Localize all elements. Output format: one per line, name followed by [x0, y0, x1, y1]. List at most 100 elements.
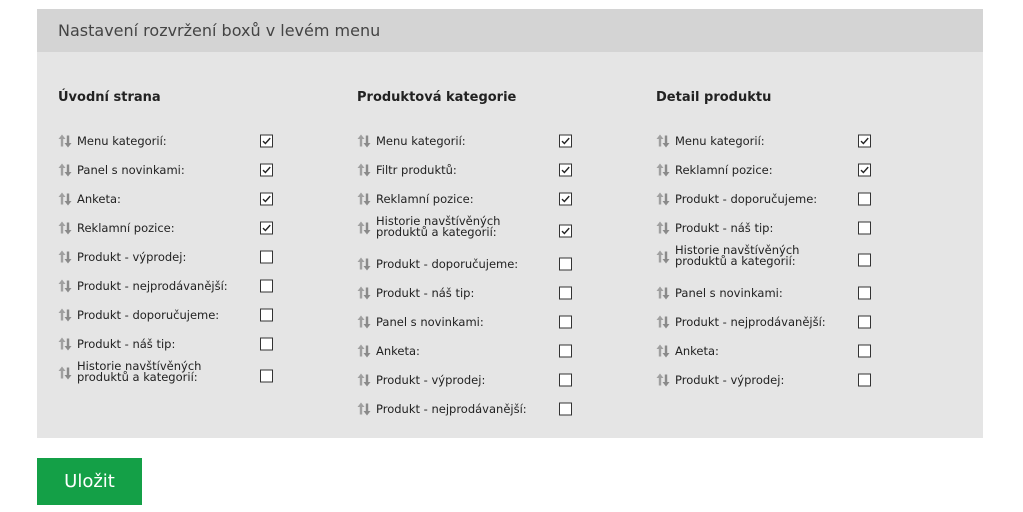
row-label: Anketa:: [77, 191, 121, 206]
drag-handle-icon[interactable]: [58, 162, 72, 177]
row-label: Produkt - náš tip:: [376, 285, 475, 300]
visibility-checkbox[interactable]: [260, 369, 273, 383]
column-title: Detail produktu: [656, 90, 772, 105]
visibility-checkbox[interactable]: [858, 192, 871, 205]
drag-handle-icon[interactable]: [357, 401, 371, 416]
sortable-row[interactable]: Anketa:: [656, 336, 896, 365]
visibility-checkbox[interactable]: [260, 337, 273, 350]
sortable-row[interactable]: Historie navštívěných produktů a kategor…: [357, 213, 597, 249]
sortable-row[interactable]: Produkt - náš tip:: [357, 278, 597, 307]
drag-handle-icon[interactable]: [58, 133, 72, 148]
sortable-row[interactable]: Produkt - výprodej:: [58, 242, 298, 271]
panel-title: Nastavení rozvržení boxů v levém menu: [58, 21, 381, 40]
row-label: Anketa:: [376, 343, 420, 358]
drag-handle-icon[interactable]: [656, 314, 670, 329]
drag-handle-icon[interactable]: [357, 372, 371, 387]
drag-handle-icon[interactable]: [656, 191, 670, 206]
drag-handle-icon[interactable]: [656, 372, 670, 387]
sortable-row[interactable]: Menu kategorií:: [656, 126, 896, 155]
drag-handle-icon[interactable]: [357, 314, 371, 329]
drag-handle-icon[interactable]: [58, 307, 72, 322]
visibility-checkbox[interactable]: [858, 344, 871, 357]
checkmark-icon: [561, 137, 570, 145]
row-label: Panel s novinkami:: [675, 285, 783, 300]
sortable-row[interactable]: Menu kategorií:: [58, 126, 298, 155]
drag-handle-icon[interactable]: [357, 191, 371, 206]
visibility-checkbox[interactable]: [260, 192, 273, 205]
visibility-checkbox[interactable]: [559, 224, 572, 238]
visibility-checkbox[interactable]: [260, 279, 273, 292]
checkmark-icon: [561, 227, 570, 235]
drag-handle-icon[interactable]: [357, 162, 371, 177]
drag-handle-icon[interactable]: [58, 336, 72, 351]
sortable-row[interactable]: Produkt - doporučujeme:: [656, 184, 896, 213]
drag-handle-icon[interactable]: [656, 250, 670, 265]
sortable-row[interactable]: Panel s novinkami:: [58, 155, 298, 184]
sortable-row[interactable]: Filtr produktů:: [357, 155, 597, 184]
visibility-checkbox[interactable]: [858, 286, 871, 299]
sortable-row[interactable]: Reklamní pozice:: [656, 155, 896, 184]
visibility-checkbox[interactable]: [559, 315, 572, 328]
sortable-row[interactable]: Reklamní pozice:: [357, 184, 597, 213]
layout-settings-panel: Nastavení rozvržení boxů v levém menu Úv…: [37, 9, 983, 438]
drag-handle-icon[interactable]: [357, 133, 371, 148]
save-button[interactable]: Uložit: [37, 458, 142, 505]
visibility-checkbox[interactable]: [559, 344, 572, 357]
sortable-row[interactable]: Produkt - nejprodávanější:: [656, 307, 896, 336]
drag-handle-icon[interactable]: [656, 162, 670, 177]
visibility-checkbox[interactable]: [260, 163, 273, 176]
drag-handle-icon[interactable]: [357, 343, 371, 358]
sortable-row[interactable]: Produkt - náš tip:: [656, 213, 896, 242]
visibility-checkbox[interactable]: [559, 192, 572, 205]
visibility-checkbox[interactable]: [559, 163, 572, 176]
drag-handle-icon[interactable]: [656, 133, 670, 148]
sortable-row[interactable]: Produkt - doporučujeme:: [357, 249, 597, 278]
visibility-checkbox[interactable]: [260, 221, 273, 234]
visibility-checkbox[interactable]: [559, 402, 572, 415]
sortable-row[interactable]: Reklamní pozice:: [58, 213, 298, 242]
row-label: Produkt - nejprodávanější:: [675, 314, 826, 329]
drag-handle-icon[interactable]: [58, 278, 72, 293]
visibility-checkbox[interactable]: [260, 250, 273, 263]
sortable-row[interactable]: Panel s novinkami:: [357, 307, 597, 336]
drag-handle-icon[interactable]: [656, 343, 670, 358]
sortable-row[interactable]: Anketa:: [357, 336, 597, 365]
drag-handle-icon[interactable]: [58, 366, 72, 381]
visibility-checkbox[interactable]: [858, 163, 871, 176]
column-title: Úvodní strana: [58, 90, 161, 105]
row-label: Produkt - výprodej:: [675, 372, 785, 387]
visibility-checkbox[interactable]: [858, 315, 871, 328]
drag-handle-icon[interactable]: [656, 285, 670, 300]
sortable-row[interactable]: Historie navštívěných produktů a kategor…: [58, 358, 298, 394]
drag-handle-icon[interactable]: [58, 220, 72, 235]
panel-header: Nastavení rozvržení boxů v levém menu: [37, 9, 983, 52]
sortable-row[interactable]: Produkt - nejprodávanější:: [58, 271, 298, 300]
visibility-checkbox[interactable]: [858, 221, 871, 234]
sortable-row[interactable]: Produkt - výprodej:: [357, 365, 597, 394]
visibility-checkbox[interactable]: [858, 373, 871, 386]
drag-handle-icon[interactable]: [357, 221, 371, 236]
visibility-checkbox[interactable]: [858, 134, 871, 147]
sortable-row[interactable]: Panel s novinkami:: [656, 278, 896, 307]
sortable-row[interactable]: Menu kategorií:: [357, 126, 597, 155]
drag-handle-icon[interactable]: [58, 191, 72, 206]
drag-handle-icon[interactable]: [58, 249, 72, 264]
sortable-row[interactable]: Produkt - výprodej:: [656, 365, 896, 394]
sortable-row[interactable]: Historie navštívěných produktů a kategor…: [656, 242, 896, 278]
visibility-checkbox[interactable]: [559, 286, 572, 299]
drag-handle-icon[interactable]: [357, 256, 371, 271]
visibility-checkbox[interactable]: [260, 308, 273, 321]
sortable-row[interactable]: Produkt - nejprodávanější:: [357, 394, 597, 423]
checkmark-icon: [262, 224, 271, 232]
visibility-checkbox[interactable]: [260, 134, 273, 147]
sortable-row[interactable]: Produkt - doporučujeme:: [58, 300, 298, 329]
visibility-checkbox[interactable]: [559, 257, 572, 270]
visibility-checkbox[interactable]: [858, 253, 871, 267]
drag-handle-icon[interactable]: [656, 220, 670, 235]
visibility-checkbox[interactable]: [559, 373, 572, 386]
sortable-row[interactable]: Anketa:: [58, 184, 298, 213]
sortable-list: Menu kategorií: Filtr produktů: Reklamní p…: [357, 126, 597, 423]
sortable-row[interactable]: Produkt - náš tip:: [58, 329, 298, 358]
drag-handle-icon[interactable]: [357, 285, 371, 300]
visibility-checkbox[interactable]: [559, 134, 572, 147]
